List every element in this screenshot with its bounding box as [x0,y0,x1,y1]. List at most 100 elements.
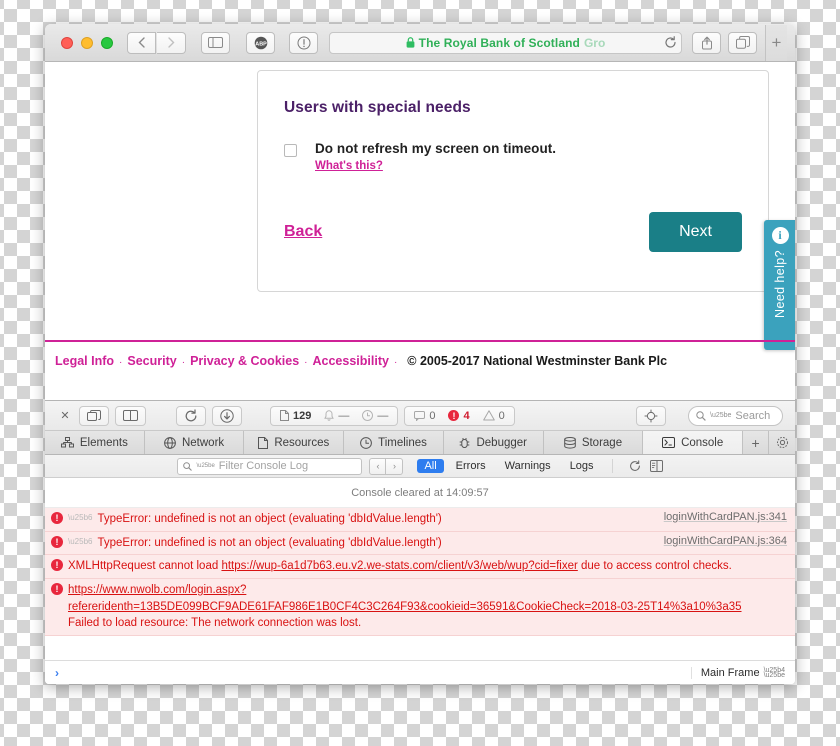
no-refresh-checkbox[interactable] [284,144,297,157]
storage-icon [564,436,576,449]
tab-overview-icon[interactable] [728,31,757,54]
frame-selector[interactable]: Main Frame \u25b4 \u25be [690,666,785,679]
resource-failure-text: Failed to load resource: The network con… [68,617,362,630]
console-messages[interactable]: Console cleared at 14:09:57 ! \u25b6 Typ… [45,478,795,660]
sidebar-toggle-button[interactable] [201,31,230,54]
devtools-search-placeholder: Search [735,409,771,422]
footer-link-legal-info[interactable]: Legal Info [55,354,114,368]
tab-label: Timelines [378,436,427,449]
console-message-text: XMLHttpRequest cannot load https://wup-6… [68,558,787,575]
console-prompt-bar[interactable]: › Main Frame \u25b4 \u25be [45,660,795,684]
reader-info-icon[interactable] [289,31,318,54]
info-icon: i [771,227,789,244]
browser-titlebar: ABP The Royal Bank of Scotland Gro + [45,24,795,62]
forward-button[interactable] [157,31,186,54]
xhr-request-url[interactable]: https://wup-6a1d7b63.eu.v2.we-stats.com/… [221,560,577,572]
message-count[interactable]: 0 [414,410,435,422]
page-footer: Legal Info · Security · Privacy & Cookie… [55,354,667,368]
checkbox-text-group: Do not refresh my screen on timeout. Wha… [315,141,556,174]
split-console-icon[interactable] [649,460,663,472]
resource-count[interactable]: 129 [280,410,311,422]
navigation-buttons [127,31,187,54]
tab-timelines[interactable]: Timelines [344,431,444,454]
zoom-window-button[interactable] [101,36,113,49]
console-message-source[interactable]: loginWithCardPAN.js:364 [664,535,787,547]
expand-triangle-icon[interactable]: \u25b6 [68,537,92,546]
minimize-window-button[interactable] [81,36,93,49]
scope-all[interactable]: All [417,459,444,473]
page-viewport: Users with special needs Do not refresh … [45,62,795,400]
console-icon [662,437,676,448]
browser-window: ABP The Royal Bank of Scotland Gro + Use… [45,24,795,684]
error-icon: ! [51,535,63,548]
error-count-value: 4 [463,409,470,422]
footer-link-security[interactable]: Security [127,354,176,368]
frame-selector-label: Main Frame [700,666,760,679]
tab-label: Resources [274,436,330,449]
devtools-settings-button[interactable] [769,431,795,454]
tab-network[interactable]: Network [144,431,245,454]
whats-this-link[interactable]: What's this? [315,160,383,172]
footer-link-accessibility[interactable]: Accessibility [313,354,389,368]
tab-label: Elements [79,436,128,449]
footer-copyright: © 2005-2017 National Westminster Bank Pl… [407,354,668,368]
alert-count[interactable]: — [324,410,349,422]
timeout-checkbox-row: Do not refresh my screen on timeout. Wha… [284,141,742,174]
filter-next-button[interactable]: › [386,457,404,475]
tab-debugger[interactable]: Debugger [443,431,544,454]
back-link[interactable]: Back [284,223,322,241]
new-tab-button[interactable]: + [765,24,787,61]
clear-console-icon[interactable] [629,460,641,472]
close-devtools-button[interactable]: ✕ [57,406,73,426]
console-message-row[interactable]: ! \u25b6 TypeError: undefined is not an … [45,508,795,532]
adblock-icon[interactable]: ABP [246,31,275,54]
scope-logs[interactable]: Logs [563,459,601,473]
warning-count[interactable]: 0 [482,410,505,422]
add-tab-button[interactable]: + [743,431,770,454]
error-count[interactable]: ! 4 [448,409,470,422]
tab-console[interactable]: Console [643,431,744,454]
time-count-value: — [377,409,389,422]
reload-page-button[interactable] [176,405,206,426]
tab-storage[interactable]: Storage [543,431,644,454]
resource-url-line2[interactable]: refereridenth=13B5DE099BCF9ADE61FAF986E1… [68,599,787,616]
devtools-search-input[interactable]: \u25be Search [688,405,783,426]
download-button[interactable] [212,405,242,426]
console-message-text: TypeError: undefined is not an object (e… [97,536,442,549]
dock-window-button[interactable] [79,405,109,426]
resource-count-value: 129 [293,409,312,422]
network-icon [164,436,176,449]
error-badge-icon: ! [448,410,460,421]
lock-icon [406,37,415,48]
need-help-tab[interactable]: i Need help? [764,220,795,350]
scope-errors[interactable]: Errors [449,459,493,473]
console-message-row[interactable]: ! XMLHttpRequest cannot load https://wup… [45,555,795,580]
console-prompt-caret: › [55,665,59,680]
footer-link-privacy-cookies[interactable]: Privacy & Cookies [190,354,299,368]
console-message-text: TypeError: undefined is not an object (e… [97,513,442,525]
tab-resources[interactable]: Resources [244,431,345,454]
inspect-node-icon[interactable] [636,405,666,426]
page-content: Users with special needs Do not refresh … [45,62,795,400]
filter-prev-button[interactable]: ‹ [369,457,387,475]
scope-warnings[interactable]: Warnings [498,459,558,473]
no-refresh-checkbox-label: Do not refresh my screen on timeout. [315,141,557,156]
expand-triangle-icon[interactable]: \u25b6 [68,513,92,522]
resource-url-line1[interactable]: https://www.nwolb.com/login.aspx? [68,582,787,599]
share-icon[interactable] [692,31,721,54]
reload-button[interactable] [664,36,677,49]
gear-icon [776,436,789,449]
console-message-row[interactable]: ! \u25b6 TypeError: undefined is not an … [45,531,795,556]
dock-side-button[interactable] [115,405,146,426]
plus-icon: + [751,434,760,451]
console-message-row[interactable]: ! https://www.nwolb.com/login.aspx? refe… [45,579,795,637]
close-window-button[interactable] [61,36,73,49]
console-filter-input[interactable]: \u25be Filter Console Log [177,457,363,475]
address-bar[interactable]: The Royal Bank of Scotland Gro [329,31,682,54]
next-button[interactable]: Next [649,212,742,252]
card-actions: Back Next [284,212,742,252]
back-button[interactable] [127,31,156,54]
console-message-source[interactable]: loginWithCardPAN.js:341 [664,511,787,523]
tab-elements[interactable]: Elements [45,431,145,454]
time-count[interactable]: — [362,410,388,422]
